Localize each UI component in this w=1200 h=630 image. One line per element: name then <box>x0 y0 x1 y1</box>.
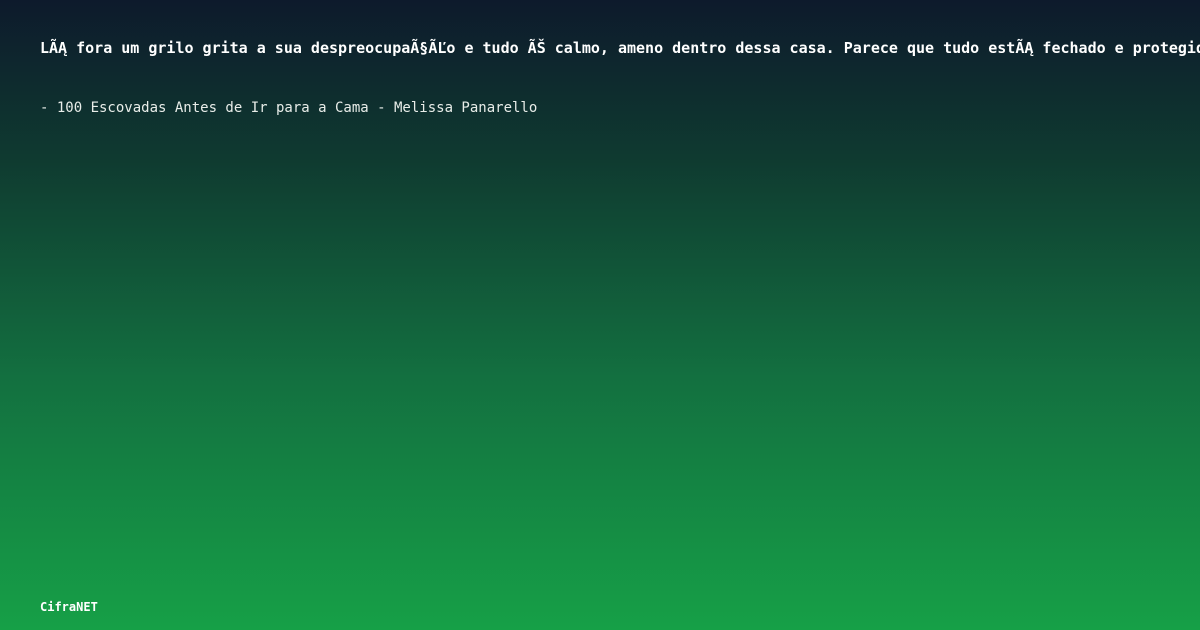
brand-logo-text: CifraNET <box>40 600 98 614</box>
quote-text: LÃĄ fora um grilo grita a sua despreocup… <box>40 39 1200 57</box>
quote-source: - 100 Escovadas Antes de Ir para a Cama … <box>40 100 538 116</box>
